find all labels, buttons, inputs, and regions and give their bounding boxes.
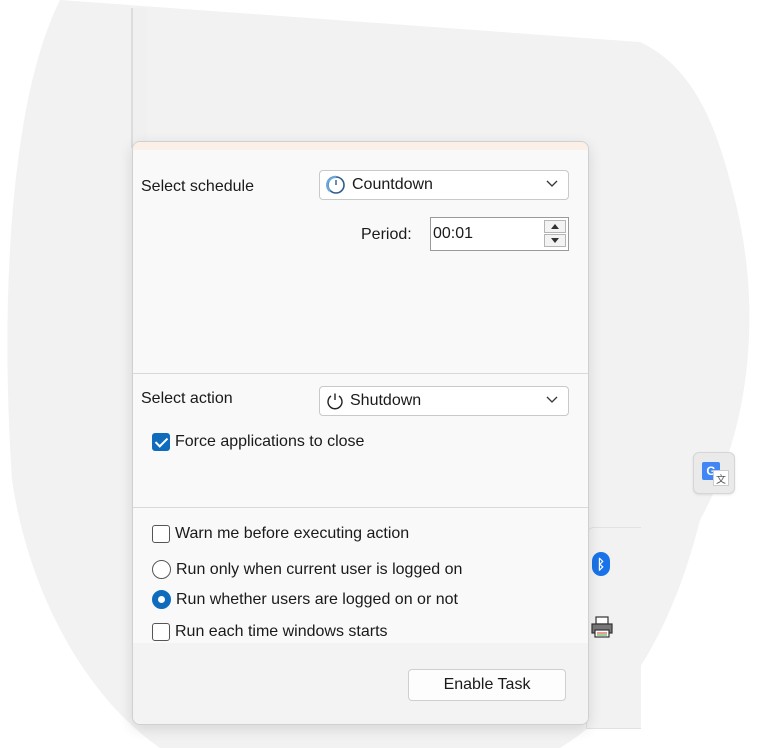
schedule-label: Select schedule: [141, 178, 254, 195]
warn-label: Warn me before executing action: [175, 525, 410, 542]
dialog-footer: Enable Task: [133, 643, 588, 724]
chevron-down-icon: [546, 180, 558, 187]
translate-char-glyph: 文: [713, 470, 729, 486]
checkbox-icon: [152, 623, 170, 641]
spin-up-button[interactable]: [544, 220, 566, 233]
action-selected: Shutdown: [350, 392, 422, 409]
google-translate-icon[interactable]: G 文: [693, 452, 735, 494]
schedule-selected: Countdown: [352, 176, 433, 193]
run-whether-logged-on-label: Run whether users are logged on or not: [176, 590, 458, 608]
background-window-edge: [131, 8, 147, 148]
bluetooth-icon[interactable]: ᛒ: [592, 552, 610, 576]
run-each-start-label: Run each time windows starts: [175, 623, 388, 640]
period-label: Period:: [361, 226, 412, 243]
checkbox-icon: [152, 525, 170, 543]
action-dropdown[interactable]: Shutdown: [319, 386, 569, 416]
radio-selected-icon: [152, 590, 171, 609]
action-label: Select action: [141, 390, 233, 407]
title-strip: [133, 142, 588, 150]
warn-checkbox[interactable]: Warn me before executing action: [152, 525, 409, 543]
force-close-label: Force applications to close: [175, 433, 365, 450]
schedule-dropdown[interactable]: Countdown: [319, 170, 569, 200]
period-value: 00:01: [433, 225, 474, 242]
checkbox-checked-icon: [152, 433, 170, 451]
task-dialog: Select schedule Countdown Period: 00:01 …: [132, 141, 589, 725]
enable-task-button[interactable]: Enable Task: [408, 669, 566, 701]
arrow-down-icon: [551, 238, 559, 243]
radio-run-when-logged-on[interactable]: Run only when current user is logged on: [152, 560, 462, 579]
run-when-logged-on-label: Run only when current user is logged on: [176, 560, 463, 578]
printer-icon[interactable]: [590, 616, 614, 638]
chevron-down-icon: [546, 396, 558, 403]
radio-run-whether-logged-on[interactable]: Run whether users are logged on or not: [152, 590, 458, 609]
spin-down-button[interactable]: [544, 234, 566, 247]
arrow-up-icon: [551, 224, 559, 229]
section-divider: [133, 373, 588, 374]
section-divider: [133, 507, 588, 508]
spinner-buttons: [544, 220, 566, 248]
power-icon: [327, 393, 343, 410]
force-close-checkbox[interactable]: Force applications to close: [152, 433, 364, 451]
radio-icon: [152, 560, 171, 579]
run-each-start-checkbox[interactable]: Run each time windows starts: [152, 623, 388, 641]
countdown-timer-icon: [326, 175, 345, 194]
period-spinner[interactable]: 00:01: [430, 217, 569, 251]
